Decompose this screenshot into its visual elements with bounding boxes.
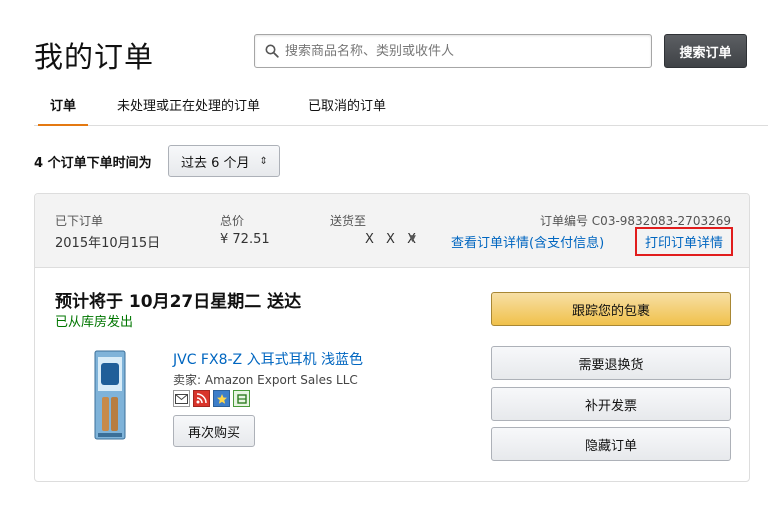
product-badges bbox=[173, 390, 250, 407]
order-header: 已下订单 2015年10月15日 总价 ¥ 72.51 送货至 X X X ▼ … bbox=[35, 194, 749, 268]
search-box[interactable] bbox=[254, 34, 652, 68]
period-dropdown[interactable]: 过去 6 个月 ⇕ bbox=[168, 145, 280, 177]
order-tabs: 订单 未处理或正在处理的订单 已取消的订单 bbox=[34, 96, 768, 126]
seller-info: 卖家: Amazon Export Sales LLC bbox=[173, 373, 358, 387]
hide-order-button[interactable]: 隐藏订单 bbox=[491, 427, 731, 461]
buy-again-button[interactable]: 再次购买 bbox=[173, 415, 255, 447]
order-card: 已下订单 2015年10月15日 总价 ¥ 72.51 送货至 X X X ▼ … bbox=[34, 193, 750, 482]
return-exchange-button[interactable]: 需要退换货 bbox=[491, 346, 731, 380]
ship-to-label: 送货至 bbox=[330, 214, 367, 228]
search-input[interactable] bbox=[285, 43, 645, 59]
shipping-status: 已从库房发出 bbox=[55, 315, 134, 330]
view-order-details-link[interactable]: 查看订单详情(含支付信息) bbox=[451, 232, 604, 251]
period-value: 过去 6 个月 bbox=[181, 155, 250, 171]
tab-orders[interactable]: 订单 bbox=[38, 96, 89, 126]
total-value: ¥ 72.51 bbox=[220, 232, 270, 247]
track-package-button[interactable]: 跟踪您的包裹 bbox=[491, 292, 731, 326]
star-icon bbox=[213, 390, 230, 407]
rss-icon bbox=[193, 390, 210, 407]
chevron-down-icon[interactable]: ▼ bbox=[409, 234, 416, 244]
total-label: 总价 bbox=[220, 214, 245, 228]
bean-icon bbox=[233, 390, 250, 407]
updown-caret-icon: ⇕ bbox=[259, 155, 268, 167]
search-orders-button[interactable]: 搜索订单 bbox=[664, 34, 747, 68]
search-icon bbox=[265, 44, 279, 58]
order-count-summary: 4 个订单下单时间为 bbox=[34, 156, 152, 171]
delivery-estimate: 预计将于 10月27日星期二 送达 bbox=[55, 292, 302, 312]
placed-date: 2015年10月15日 bbox=[55, 236, 161, 251]
print-order-details-link[interactable]: 打印订单详情 bbox=[635, 227, 734, 256]
product-image[interactable] bbox=[93, 349, 127, 441]
placed-label: 已下订单 bbox=[55, 214, 104, 228]
page-title: 我的订单 bbox=[34, 40, 155, 74]
tab-open-orders[interactable]: 未处理或正在处理的订单 bbox=[117, 96, 260, 126]
product-title-link[interactable]: JVC FX8-Z 入耳式耳机 浅蓝色 bbox=[173, 349, 363, 369]
reissue-invoice-button[interactable]: 补开发票 bbox=[491, 387, 731, 421]
mail-icon bbox=[173, 390, 190, 407]
tab-cancelled-orders[interactable]: 已取消的订单 bbox=[308, 96, 386, 126]
